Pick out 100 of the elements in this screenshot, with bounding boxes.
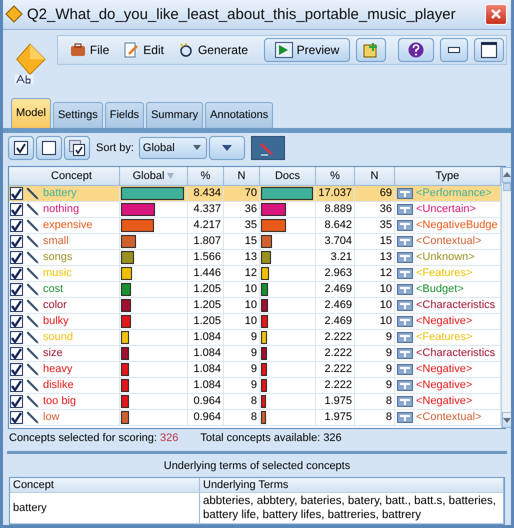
pencil-button[interactable] xyxy=(250,136,285,160)
concept-text: heavy xyxy=(43,363,72,376)
table-row[interactable]: small 1.807 15 3.704 15 <Contextual> xyxy=(9,234,501,250)
table-cell: 0.964 xyxy=(188,394,224,409)
table-cell: 4.337 xyxy=(188,202,224,217)
maximize-button[interactable] xyxy=(474,38,504,62)
column-header[interactable]: N xyxy=(224,166,260,185)
table-row[interactable]: cost 1.205 10 2.469 10 <Budget> xyxy=(9,282,501,298)
scrollbar[interactable] xyxy=(500,166,511,428)
tab[interactable]: Model xyxy=(11,98,51,128)
table-row[interactable]: music 1.446 12 2.963 12 <Features> xyxy=(9,266,501,282)
sort-order-button[interactable] xyxy=(208,136,245,160)
table-cell: battery xyxy=(10,492,200,523)
table-cell: 8.889 xyxy=(316,202,355,217)
section-title: Underlying terms of selected concepts xyxy=(162,458,352,474)
sort-icon xyxy=(167,172,174,179)
table-row[interactable]: too big 0.964 8 1.975 8 <Negative> xyxy=(9,394,501,410)
checkbox[interactable] xyxy=(10,218,23,232)
table-cell: 10 xyxy=(355,298,395,313)
table-row[interactable]: sound 1.084 9 2.222 9 <Features> xyxy=(9,330,501,346)
minimize-button[interactable] xyxy=(440,38,468,62)
table-cell: 3.21 xyxy=(316,250,355,265)
check-icon xyxy=(11,364,22,375)
table-cell: 15 xyxy=(355,234,395,249)
checkbox[interactable] xyxy=(10,186,23,200)
tab[interactable]: Annotations xyxy=(205,102,274,128)
table-cell: 2.222 xyxy=(316,346,355,361)
checkbox[interactable] xyxy=(10,298,23,312)
table-row[interactable]: dislike 1.084 9 2.222 9 <Negative> xyxy=(9,378,501,394)
uncheck-all-button[interactable] xyxy=(36,136,62,160)
column-header[interactable]: Docs xyxy=(260,166,316,185)
checkbox[interactable] xyxy=(10,362,23,376)
help-button[interactable] xyxy=(398,38,434,62)
type-icon xyxy=(397,412,413,423)
tab[interactable]: Summary xyxy=(146,102,204,128)
type-text: <NegativeBudge xyxy=(416,219,498,232)
table-cell: 13 xyxy=(224,250,260,265)
checkbox[interactable] xyxy=(10,202,23,216)
column-header[interactable]: Global xyxy=(120,166,188,185)
check-icon xyxy=(11,380,22,391)
concept-text: color xyxy=(43,299,67,312)
type-text: <Characteristics xyxy=(416,299,496,312)
check-selected-button[interactable] xyxy=(64,136,90,160)
column-header[interactable]: N xyxy=(355,166,395,185)
help-icon xyxy=(408,42,424,58)
tab[interactable]: Settings xyxy=(52,102,103,128)
table-cell: 1.205 xyxy=(188,314,224,329)
checkbox[interactable] xyxy=(10,378,23,392)
tab[interactable]: Fields xyxy=(104,102,144,128)
menu-item[interactable]: File xyxy=(66,40,114,60)
checkbox[interactable] xyxy=(10,234,23,248)
menu-item[interactable]: Generate xyxy=(174,40,252,60)
table-row[interactable]: color 1.205 10 2.469 10 <Characteristics xyxy=(9,298,501,314)
type-icon xyxy=(397,188,413,199)
table-row[interactable]: expensive 4.217 35 8.642 35 <NegativeBudge xyxy=(9,218,501,234)
check-icon xyxy=(11,396,22,407)
table-row[interactable]: songs 1.566 13 3.21 13 <Unknown> xyxy=(9,250,501,266)
table-row[interactable]: bulky 1.205 10 2.469 10 <Negative> xyxy=(9,314,501,330)
table-cell: 1.084 xyxy=(188,378,224,393)
selected-count-text: Concepts selected for scoring: 326 xyxy=(9,432,178,444)
concept-text: low xyxy=(43,411,60,424)
table-row[interactable]: heavy 1.084 9 2.222 9 <Negative> xyxy=(9,362,501,378)
type-text: <Contextual> xyxy=(416,411,482,424)
checkbox[interactable] xyxy=(10,250,23,264)
preview-button[interactable]: Preview xyxy=(264,38,350,62)
column-header[interactable]: Concept xyxy=(24,166,120,185)
sort-dropdown[interactable]: Global xyxy=(138,136,207,159)
checkbox[interactable] xyxy=(10,346,23,360)
column-header[interactable]: % xyxy=(188,166,224,185)
checkbox[interactable] xyxy=(10,314,23,328)
checkbox[interactable] xyxy=(10,394,23,408)
table-cell: 2.469 xyxy=(316,298,355,313)
table-cell: 2.469 xyxy=(316,314,355,329)
table-cell: 9 xyxy=(224,378,260,393)
table-row[interactable]: nothing 4.337 36 8.889 36 <Uncertain> xyxy=(9,202,501,218)
check-all-button[interactable] xyxy=(8,136,34,160)
type-icon xyxy=(397,364,413,375)
concept-text: songs xyxy=(43,251,72,264)
maximize-icon xyxy=(481,42,497,58)
table-cell: 0.964 xyxy=(188,410,224,425)
table-cell: 35 xyxy=(355,218,395,233)
column-header[interactable]: % xyxy=(316,166,355,185)
menu-item[interactable]: Edit xyxy=(119,40,168,60)
concept-text: size xyxy=(43,347,63,360)
checkbox[interactable] xyxy=(10,266,23,280)
close-button[interactable] xyxy=(485,4,507,25)
table-cell: 9 xyxy=(224,362,260,377)
column-header[interactable]: Underlying Terms xyxy=(200,478,504,492)
column-header[interactable]: Concept xyxy=(10,478,200,492)
concept-text: sound xyxy=(43,331,73,344)
checkbox[interactable] xyxy=(10,330,23,344)
table-row[interactable]: battery 8.434 70 17.037 69 <Performance> xyxy=(9,186,501,202)
table-row[interactable]: low 0.964 8 1.975 8 <Contextual> xyxy=(9,410,501,426)
stacked-checkbox-icon xyxy=(69,140,85,156)
table-cell: 12 xyxy=(355,266,395,281)
checkbox[interactable] xyxy=(10,282,23,296)
table-row[interactable]: size 1.084 9 2.222 9 <Characteristics xyxy=(9,346,501,362)
check-icon xyxy=(11,284,22,295)
checkbox[interactable] xyxy=(10,410,23,424)
insert-node-button[interactable] xyxy=(356,38,386,62)
